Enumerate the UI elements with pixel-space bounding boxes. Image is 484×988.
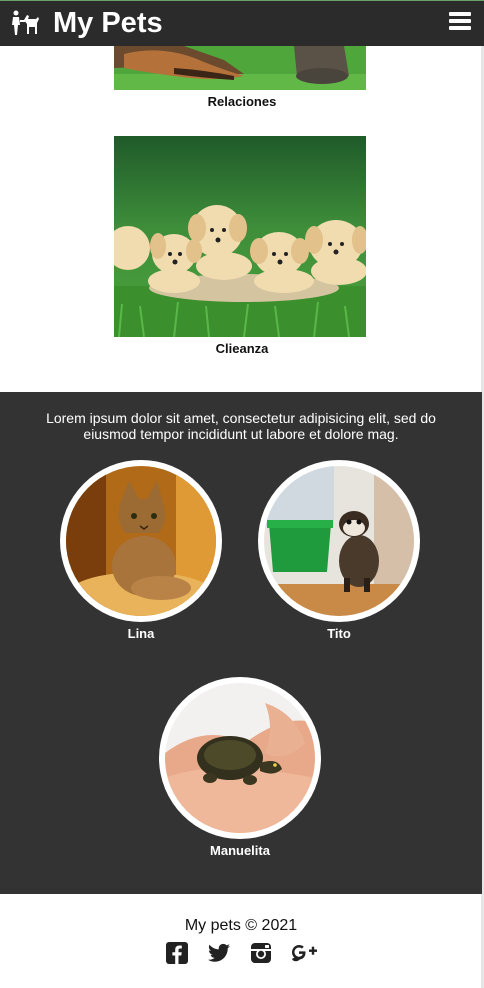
gallery-caption: Relaciones (207, 94, 277, 109)
facebook-icon[interactable] (165, 941, 189, 965)
top-header: My Pets (0, 0, 484, 46)
pet-avatar-lina[interactable] (60, 460, 222, 622)
pet-name: Manuelita (210, 843, 270, 858)
pet-name: Lina (127, 626, 155, 641)
gallery-caption: Clieanza (215, 341, 269, 356)
pets-section: Lorem ipsum dolor sit amet, consectetur … (0, 392, 482, 894)
twitter-icon[interactable] (207, 941, 231, 965)
pet-avatar-tito[interactable] (258, 460, 420, 622)
gallery-image-relaciones (114, 46, 366, 90)
google-plus-icon[interactable] (290, 941, 318, 965)
instagram-icon[interactable] (249, 941, 273, 965)
pet-name: Tito (327, 626, 351, 641)
gallery-image-clieanza (114, 136, 366, 337)
hamburger-menu-icon[interactable] (449, 12, 471, 30)
app-title: My Pets (53, 7, 163, 39)
footer-copyright: My pets © 2021 (184, 917, 298, 934)
pet-avatar-manuelita[interactable] (159, 677, 321, 839)
pets-logo-icon[interactable] (10, 10, 40, 36)
section-description: Lorem ipsum dolor sit amet, consectetur … (46, 410, 436, 442)
